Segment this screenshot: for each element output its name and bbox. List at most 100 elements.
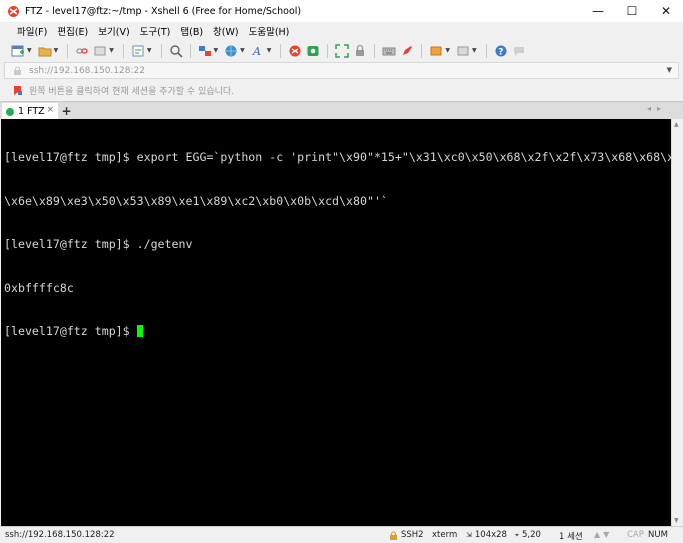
chat-icon[interactable] <box>511 43 527 59</box>
menu-file[interactable]: 파일(F) <box>12 24 52 38</box>
terminal-line: [level17@ftz tmp]$ ./getenv <box>4 237 193 251</box>
new-session-dropdown-icon[interactable]: ▼ <box>27 47 32 54</box>
title-bar: FTZ - level17@ftz:~/tmp - Xshell 6 (Free… <box>0 0 683 22</box>
status-caps: CAP <box>627 530 644 540</box>
terminal-prompt-line: [level17@ftz tmp]$ <box>4 324 668 339</box>
window-icon[interactable] <box>455 43 471 59</box>
cursor-position-icon: ⌖ <box>515 530 519 539</box>
menu-view[interactable]: 보기(V) <box>93 24 134 38</box>
window-dropdown-icon[interactable]: ▼ <box>472 47 477 54</box>
disconnect-dropdown-icon[interactable]: ▼ <box>109 47 114 54</box>
disconnect-icon[interactable] <box>92 43 108 59</box>
properties-dropdown-icon[interactable]: ▼ <box>147 47 152 54</box>
toolbar-divider <box>67 43 69 58</box>
status-size: 104x28 <box>474 530 507 540</box>
status-size-cell: ⇲ 104x28 <box>466 530 507 540</box>
status-bar: ssh://192.168.150.128:22 SSH2 xterm ⇲ 10… <box>0 526 683 543</box>
xftp-icon[interactable] <box>305 43 321 59</box>
terminal-output[interactable]: [level17@ftz tmp]$ export EGG=`python -c… <box>1 119 671 526</box>
status-connection: ssh://192.168.150.128:22 <box>5 530 115 540</box>
tab-scroll-arrows-icon[interactable]: ◂▸ <box>647 104 667 113</box>
window-title: FTZ - level17@ftz:~/tmp - Xshell 6 (Free… <box>25 5 302 17</box>
search-icon[interactable] <box>168 43 184 59</box>
minimize-button[interactable]: — <box>581 0 615 22</box>
status-sessions: 1 세션 <box>559 532 583 542</box>
session-up-icon[interactable]: ▲ <box>594 530 600 539</box>
status-caps-cell: CAP <box>627 530 644 540</box>
terminal-prompt: [level17@ftz tmp]$ <box>4 324 137 338</box>
compose-icon[interactable] <box>399 43 415 59</box>
menu-window[interactable]: 창(W) <box>208 24 244 38</box>
svg-text:?: ? <box>498 47 503 57</box>
resize-icon: ⇲ <box>466 531 472 539</box>
menu-help[interactable]: 도움말(H) <box>244 24 295 38</box>
properties-icon[interactable] <box>130 43 146 59</box>
fullscreen-icon[interactable] <box>334 43 350 59</box>
script-dropdown-icon[interactable]: ▼ <box>445 47 450 54</box>
globe-dropdown-icon[interactable]: ▼ <box>240 47 245 54</box>
lock-icon <box>13 65 23 76</box>
link-icon[interactable] <box>74 43 90 59</box>
layout-dropdown-icon[interactable]: ▼ <box>214 47 219 54</box>
status-sessions-cell: 1 세션 <box>559 530 583 542</box>
tab-close-icon[interactable]: × <box>46 105 54 115</box>
terminal-line: 0xbffffc8c <box>4 280 74 295</box>
xshell-app-icon[interactable] <box>5 3 21 19</box>
connected-status-icon <box>6 107 14 116</box>
terminal-cursor <box>136 325 144 337</box>
address-dropdown-icon[interactable]: ▼ <box>667 66 672 74</box>
toolbar: ▼ ▼ ▼ ▼ ▼ ▼ A ▼ ▼ ▼ ? <box>0 40 683 61</box>
terminal-scrollbar[interactable]: ▲ ▼ <box>671 119 682 526</box>
toolbar-divider <box>374 43 376 58</box>
bookmark-icon[interactable] <box>13 85 23 96</box>
status-num: NUM <box>648 530 668 540</box>
tab-bar: 1 FTZ × + ◂▸ <box>0 101 683 120</box>
font-dropdown-icon[interactable]: ▼ <box>267 47 272 54</box>
new-session-icon[interactable] <box>10 43 26 59</box>
toolbar-divider <box>122 43 124 58</box>
status-terminal-type: xterm <box>432 530 458 540</box>
lock-icon[interactable] <box>352 43 368 59</box>
terminal-line: [level17@ftz tmp]$ export EGG=`python -c… <box>4 150 671 164</box>
menu-bar: 파일(F) 편집(E) 보기(V) 도구(T) 탭(B) 창(W) 도움말(H) <box>0 22 683 40</box>
scroll-down-icon[interactable]: ▼ <box>674 517 679 524</box>
scroll-up-icon[interactable]: ▲ <box>674 121 679 128</box>
status-terminal-cell: xterm <box>432 530 457 540</box>
script-icon[interactable] <box>428 43 444 59</box>
open-folder-dropdown-icon[interactable]: ▼ <box>54 47 59 54</box>
status-position-cell: ⌖ 5,20 <box>515 530 541 540</box>
tab-ftz[interactable]: 1 FTZ × <box>2 103 58 120</box>
session-down-icon[interactable]: ▼ <box>603 530 609 539</box>
xshell-icon[interactable] <box>287 43 303 59</box>
layout-icon[interactable] <box>197 43 213 59</box>
help-icon[interactable]: ? <box>493 43 509 59</box>
font-icon[interactable]: A <box>250 43 266 59</box>
status-protocol-cell: SSH2 <box>389 530 424 540</box>
toolbar-divider <box>485 43 487 58</box>
toolbar-divider <box>280 43 282 58</box>
session-hint-bar: 왼쪽 버튼을 클릭하여 현재 세션을 추가할 수 있습니다. <box>0 80 683 100</box>
toolbar-divider <box>160 43 162 58</box>
status-position: 5,20 <box>521 530 541 540</box>
lock-icon <box>390 530 397 540</box>
menu-tab[interactable]: 탭(B) <box>175 24 208 38</box>
svg-text:A: A <box>252 45 261 58</box>
menu-tools[interactable]: 도구(T) <box>135 24 176 38</box>
toolbar-divider <box>327 43 329 58</box>
toolbar-divider <box>421 43 423 58</box>
add-tab-button[interactable]: + <box>60 103 73 119</box>
session-hint-text: 왼쪽 버튼을 클릭하여 현재 세션을 추가할 수 있습니다. <box>29 86 235 97</box>
menu-edit[interactable]: 편집(E) <box>52 24 93 38</box>
status-protocol: SSH2 <box>401 530 424 540</box>
tab-label: 1 FTZ <box>18 106 45 117</box>
toolbar-divider <box>189 43 191 58</box>
keyboard-icon[interactable] <box>381 43 397 59</box>
status-num-cell: NUM <box>648 530 668 540</box>
globe-icon[interactable] <box>223 43 239 59</box>
terminal-line: \x6e\x89\xe3\x50\x53\x89\xe1\x89\xc2\xb0… <box>4 193 388 208</box>
open-folder-icon[interactable] <box>37 43 53 59</box>
maximize-button[interactable]: ☐ <box>615 0 649 22</box>
address-url[interactable]: ssh://192.168.150.128:22 <box>29 66 145 76</box>
address-bar[interactable]: ssh://192.168.150.128:22 ▼ <box>4 62 679 79</box>
close-button[interactable]: ✕ <box>649 0 683 22</box>
